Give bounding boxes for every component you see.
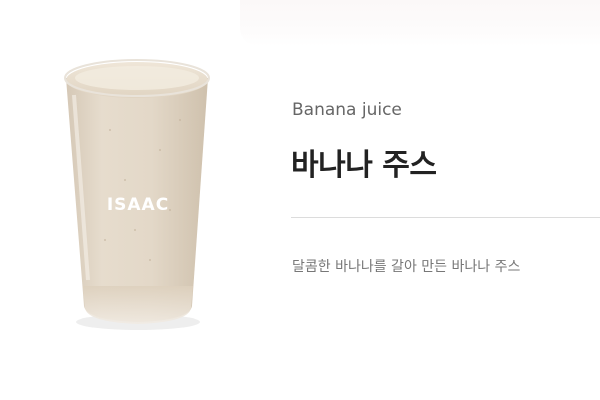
header-shade bbox=[240, 0, 600, 46]
product-description: 달콤한 바나나를 갈아 만든 바나나 주스 bbox=[292, 259, 521, 275]
product-name-english: Banana juice bbox=[292, 100, 402, 120]
juice-cup-illustration: ISAAC bbox=[64, 59, 210, 330]
cup-logo-text: ISAAC bbox=[107, 195, 169, 215]
product-image-banana-juice: ISAAC bbox=[50, 40, 230, 340]
product-detail-page: ISAAC Banana juice 바나나 주스 달콤한 바나나를 갈아 만든… bbox=[0, 0, 600, 400]
product-name-korean: 바나나 주스 bbox=[291, 148, 437, 183]
divider bbox=[291, 217, 600, 218]
